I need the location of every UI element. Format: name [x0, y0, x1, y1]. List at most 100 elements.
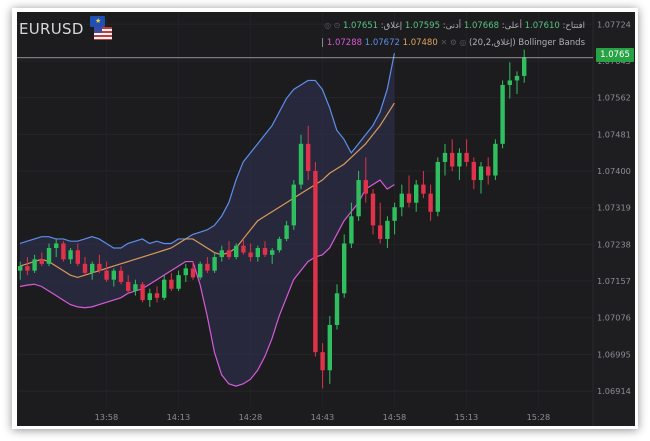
candle-body — [226, 250, 232, 258]
candle-body — [378, 225, 383, 239]
candle-body — [61, 243, 66, 260]
candle-body — [421, 184, 426, 194]
y-tick-label: 1.07238 — [597, 239, 631, 249]
candle-body — [507, 80, 512, 85]
price-axis-panel — [593, 12, 635, 426]
candle-body — [277, 238, 282, 251]
candle-body — [82, 263, 88, 273]
candle-body — [414, 184, 419, 203]
y-tick-label: 1.07157 — [597, 276, 631, 286]
candle-body — [392, 207, 397, 221]
candle-body — [500, 84, 505, 144]
candle-body — [342, 243, 347, 294]
candle-body — [133, 284, 138, 292]
candle-body — [435, 161, 440, 212]
candle-body — [198, 263, 203, 278]
candle-body — [478, 166, 484, 181]
candle-body — [97, 263, 102, 271]
candle-body — [356, 180, 361, 217]
candle-body — [320, 352, 325, 371]
open-value: 1.07610 — [524, 21, 560, 31]
candle-body — [450, 152, 455, 167]
candle-body — [212, 257, 217, 271]
currency-flags: ★ — [90, 16, 112, 42]
lower-band-value: 1.07480 — [402, 38, 438, 48]
x-tick-label: 15:28 — [527, 412, 551, 422]
candle-body — [313, 171, 318, 353]
candle-body — [147, 293, 152, 301]
visibility-toggle-icon[interactable]: ◎ ⊙ — [324, 21, 343, 30]
candle-body — [457, 152, 462, 167]
candle-body — [219, 250, 224, 258]
candle-body — [54, 243, 59, 248]
candle-body — [255, 247, 260, 258]
candle-body — [241, 245, 246, 253]
y-tick-label: 1.07724 — [597, 19, 631, 29]
candle-body — [522, 57, 527, 76]
high-value: 1.07668 — [463, 21, 500, 31]
candle-body — [90, 263, 95, 273]
y-tick-label: 1.06914 — [597, 386, 631, 396]
candle-body — [205, 263, 210, 271]
candle-body — [442, 152, 448, 162]
candle-body — [306, 143, 311, 172]
candle-body — [270, 250, 275, 255]
close-value: 1.07651 — [342, 21, 379, 31]
candle-body — [25, 266, 30, 271]
candle-body — [234, 245, 239, 258]
candle-body — [298, 143, 304, 185]
candle-body — [327, 324, 332, 371]
candle-body — [334, 293, 340, 325]
y-tick-label: 1.07481 — [597, 129, 631, 139]
candle-body — [140, 284, 145, 301]
candle-body — [75, 250, 80, 264]
candle-body — [190, 268, 196, 278]
close-label: إغلاق: — [380, 21, 403, 31]
candle-body — [349, 216, 354, 244]
bollinger-band-fill — [20, 53, 395, 387]
x-tick-label: 14:58 — [383, 412, 407, 422]
x-tick-label: 14:43 — [311, 412, 335, 422]
ohlc-info-line: ◎ ⊙ افتتاح: 1.07610 أعلى: 1.07668 أدنى: … — [324, 21, 585, 31]
candle-body — [118, 270, 124, 282]
x-tick-label: 14:28 — [239, 412, 263, 422]
low-label: أدنى: — [442, 21, 462, 31]
eu-flag-icon: ★ — [90, 16, 105, 27]
chart-area[interactable]: 1.077241.076431.075621.074811.074001.073… — [17, 12, 635, 426]
y-tick-label: 1.07400 — [597, 166, 631, 176]
y-tick-label: 1.06995 — [597, 349, 631, 359]
indicator-params: (إغلاق,20,2) — [468, 38, 516, 48]
candle-body — [428, 193, 433, 212]
candle-body — [176, 275, 181, 289]
candle-body — [385, 220, 390, 239]
candle-body — [169, 279, 174, 289]
candle-body — [363, 180, 368, 194]
candle-body — [464, 152, 469, 162]
candle-body — [291, 184, 296, 226]
candle-body — [486, 166, 491, 176]
low-value: 1.07595 — [404, 21, 440, 31]
candle-body — [370, 193, 376, 226]
candle-body — [32, 259, 37, 271]
x-tick-label: 13:58 — [95, 412, 119, 422]
candle-body — [183, 268, 188, 276]
indicator-controls-icon[interactable]: ✕ ⚙ ◎ — [440, 38, 468, 47]
candle-body — [154, 293, 160, 298]
candle-body — [399, 193, 404, 208]
candle-body — [471, 161, 476, 181]
candle-body — [262, 247, 268, 255]
upper-band-value: 1.07288 — [326, 38, 363, 48]
candle-body — [68, 250, 73, 260]
candle-body — [39, 259, 44, 264]
price-chart[interactable]: 1.077241.076431.075621.074811.074001.073… — [17, 12, 635, 426]
symbol-label: EURUSD — [19, 20, 84, 38]
candle-body — [162, 279, 167, 298]
last-price-tag: 1.0765 — [596, 48, 634, 62]
candle-body — [493, 143, 498, 176]
candle-body — [111, 270, 116, 280]
open-label: افتتاح: — [562, 21, 586, 31]
indicator-name: Bollinger Bands — [518, 38, 585, 48]
middle-band-value: 1.07672 — [364, 38, 400, 48]
y-tick-label: 1.07319 — [597, 203, 631, 213]
candle-body — [284, 225, 289, 239]
